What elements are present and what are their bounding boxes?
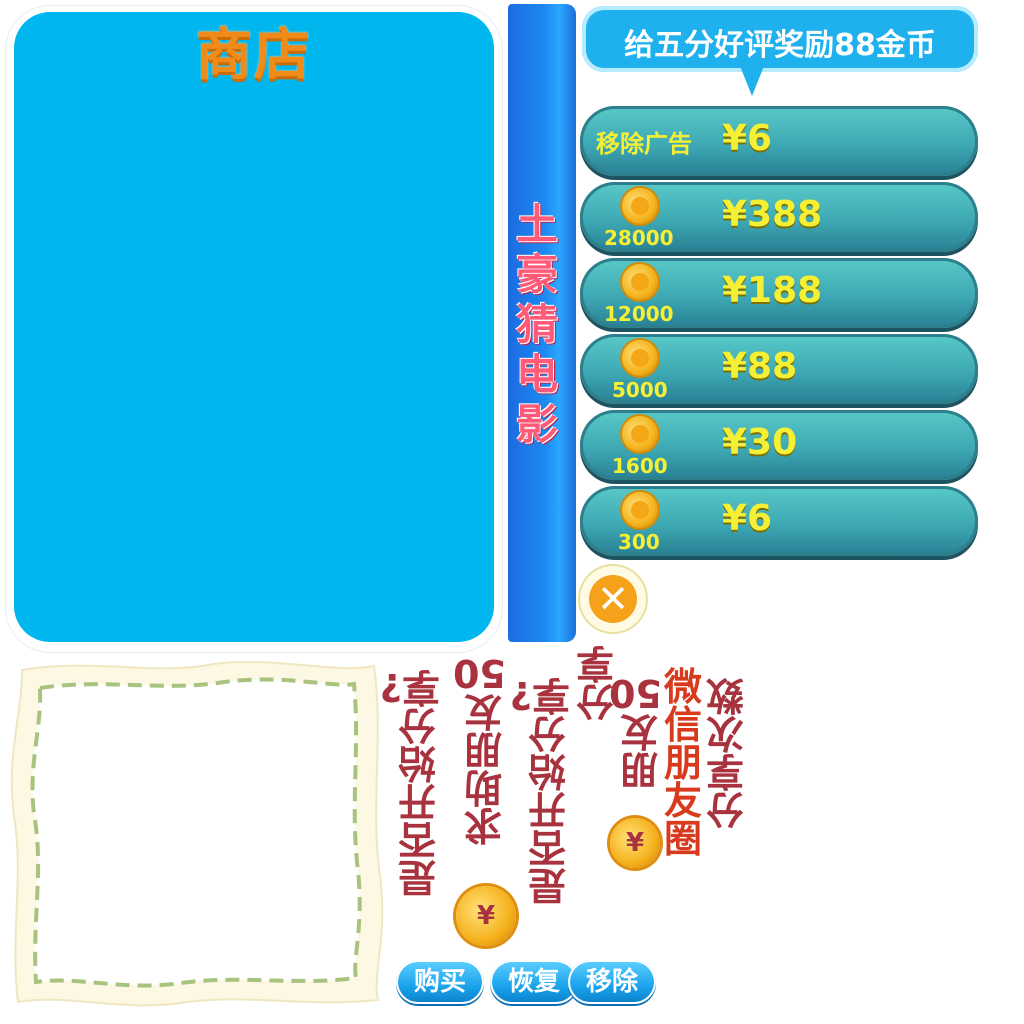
wechat-moments-text: 微信朋友圈	[663, 665, 702, 861]
coin-icon	[622, 416, 658, 452]
price-label: ¥6	[722, 498, 773, 539]
coin-pack-button[interactable]: 28000 ¥388	[580, 182, 978, 252]
remove-ads-label: 移除广告	[596, 130, 692, 158]
coin-icon: ¥	[456, 886, 516, 946]
ask-friend-text: 求助朋友50	[453, 651, 506, 847]
close-button[interactable]: ✕	[580, 566, 646, 632]
remove-ads-button[interactable]: 移除广告 ¥6	[580, 106, 978, 176]
share-prompt-text: 是否开始分享?	[509, 673, 570, 907]
coin-pack-button[interactable]: 1600 ¥30	[580, 410, 978, 480]
remove-button[interactable]: 移除	[568, 960, 656, 1004]
share-count-text: 分享次数	[706, 673, 745, 831]
coin-icon	[622, 188, 658, 224]
coin-icon	[622, 492, 658, 528]
rating-reward-text: 给五分好评奖励88金币	[624, 28, 936, 63]
shop-title: 商店	[196, 23, 312, 88]
coin-amount: 1600	[612, 454, 668, 478]
game-title: 土豪猜电影	[515, 200, 558, 449]
coin-pack-button[interactable]: 300 ¥6	[580, 486, 978, 556]
price-label: ¥388	[722, 194, 823, 235]
coin-amount: 5000	[612, 378, 668, 402]
buy-button[interactable]: 购买	[396, 960, 484, 1004]
coin-icon	[622, 264, 658, 300]
coin-amount: 300	[618, 530, 660, 554]
close-icon: ✕	[589, 575, 637, 623]
share-prompt-text: 是否开始分享?	[379, 665, 440, 899]
coin-pack-button[interactable]: 5000 ¥88	[580, 334, 978, 404]
coin-amount: 28000	[604, 226, 674, 250]
price-label: ¥30	[722, 422, 798, 463]
photo-frame	[10, 660, 384, 1007]
price-label: ¥6	[722, 118, 773, 159]
friend-count-text: 朋友50	[609, 671, 662, 791]
price-label: ¥88	[722, 346, 798, 387]
bubble-tail	[740, 66, 764, 96]
price-label: ¥188	[722, 270, 823, 311]
coin-icon: ¥	[610, 818, 660, 868]
coin-pack-button[interactable]: 12000 ¥188	[580, 258, 978, 328]
coin-icon	[622, 340, 658, 376]
coin-amount: 12000	[604, 302, 674, 326]
restore-button[interactable]: 恢复	[490, 960, 578, 1004]
shop-content-area	[14, 12, 494, 642]
